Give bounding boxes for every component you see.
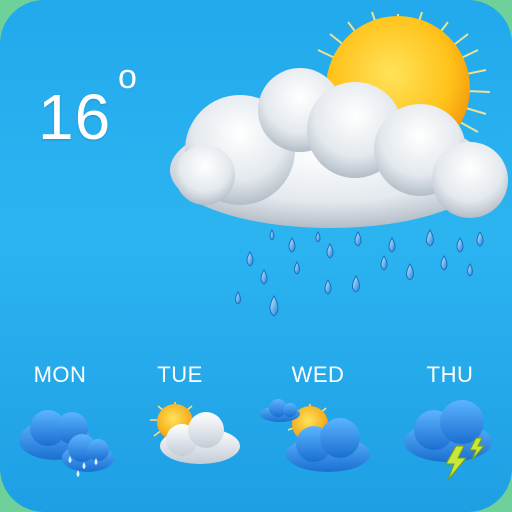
day-label: MON <box>33 362 87 387</box>
day-label: THU <box>426 362 474 387</box>
forecast-day-tue: TUE <box>120 358 240 498</box>
thunderstorm-icon <box>404 400 492 481</box>
rain-drops <box>235 228 484 317</box>
forecast-day-wed: WED <box>258 358 378 498</box>
rain-cloud-icon <box>19 410 114 477</box>
day-label: TUE <box>157 362 203 387</box>
partly-sunny-icon <box>150 402 240 464</box>
forecast-day-thu: THU <box>390 358 510 498</box>
weather-app: 16 o MON TUE WED THU <box>0 0 512 512</box>
degree-symbol: o <box>118 58 137 96</box>
current-temperature: 16 <box>38 81 112 153</box>
day-label: WED <box>291 362 345 387</box>
sun-cloud-rain-icon <box>170 11 508 317</box>
partly-cloudy-icon <box>260 399 370 472</box>
forecast-day-mon: MON <box>0 358 120 498</box>
